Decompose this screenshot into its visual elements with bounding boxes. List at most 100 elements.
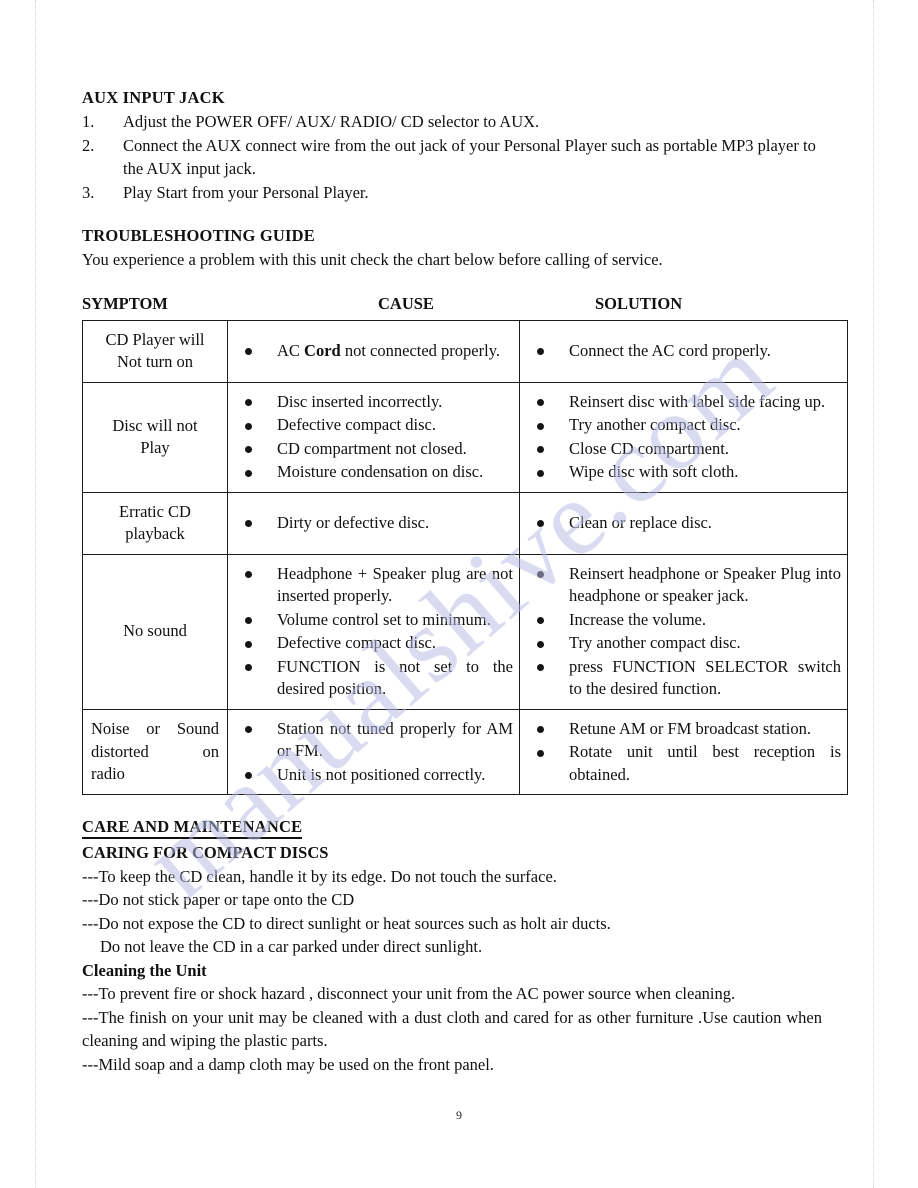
solution-item: Increase the volume. — [526, 609, 841, 632]
bullet-icon — [245, 640, 252, 648]
solution-cell: Retune AM or FM broadcast station. Rotat… — [519, 708, 848, 795]
aux-step-text: Play Start from your Personal Player. — [123, 182, 369, 202]
symptom-line: Play — [140, 438, 170, 457]
cause-text-bold: Cord — [304, 340, 341, 360]
care-line-indented: Do not leave the CD in a car parked unde… — [100, 937, 483, 956]
solution-item: Wipe disc with soft cloth. — [526, 461, 841, 484]
cause-text: Dirty or defective disc. — [277, 512, 430, 532]
table-row: Noise or Sound distorted on radio Statio… — [82, 708, 848, 795]
bullet-icon — [537, 617, 544, 624]
cause-text: Volume control set to minimum. — [277, 609, 491, 629]
solution-list: Reinsert headphone or Speaker Plug into … — [526, 563, 841, 701]
solution-item: Retune AM or FM broadcast station. — [526, 718, 841, 741]
solution-text: Increase the volume. — [569, 609, 706, 629]
column-header-solution: SOLUTION — [595, 293, 683, 313]
cause-list: Dirty or defective disc. — [234, 512, 513, 535]
column-header-cause: CAUSE — [378, 293, 434, 313]
solution-text: Connect the AC cord properly. — [569, 340, 771, 360]
bullet-icon — [245, 571, 252, 578]
caring-for-discs-subheading: CARING FOR COMPACT DISCS — [82, 843, 329, 862]
bullet-icon — [537, 749, 544, 757]
bullet-icon — [245, 399, 252, 406]
cleaning-the-unit-heading: Cleaning the Unit — [82, 960, 207, 980]
cause-text: Headphone + Speaker plug are not inserte… — [277, 563, 513, 606]
solution-cell: Connect the AC cord properly. — [519, 319, 848, 383]
bullet-icon — [245, 469, 252, 477]
cleaning-line: ---The finish on your unit may be cleane… — [82, 1007, 822, 1051]
right-margin-guide-line — [873, 0, 874, 1188]
symptom-line: distorted on — [91, 741, 219, 761]
symptom-line: playback — [125, 524, 185, 543]
bullet-icon — [537, 571, 544, 578]
symptom-line: No sound — [123, 621, 187, 641]
bullet-icon — [245, 520, 252, 528]
bullet-icon — [537, 520, 544, 528]
troubleshooting-table: CD Player will Not turn on AC Cord not c… — [82, 319, 848, 796]
cause-cell: Headphone + Speaker plug are not inserte… — [227, 553, 520, 710]
care-and-maintenance-heading: CARE AND MAINTENANCE — [82, 817, 303, 839]
bullet-icon — [245, 772, 252, 779]
bullet-icon — [245, 726, 252, 733]
bullet-icon — [245, 422, 252, 430]
cleaning-line: ---Mild soap and a damp cloth may be use… — [82, 1054, 494, 1074]
cause-cell: Dirty or defective disc. — [227, 491, 520, 555]
aux-step-item: 2. Connect the AUX connect wire from the… — [82, 134, 822, 181]
page-content: AUX INPUT JACK 1. Adjust the POWER OFF/ … — [82, 88, 848, 1076]
troubleshooting-column-headers: SYMPTOM CAUSE SOLUTION — [82, 294, 822, 316]
symptom-line: CD Player will — [105, 329, 205, 349]
cause-text: Station not tuned properly for AM or FM. — [277, 718, 513, 761]
cause-item: Headphone + Speaker plug are not inserte… — [234, 563, 513, 608]
cause-list: Headphone + Speaker plug are not inserte… — [234, 563, 513, 701]
bullet-icon — [245, 617, 252, 624]
cause-text-head: AC — [277, 340, 305, 360]
cause-item: Volume control set to minimum. — [234, 609, 513, 632]
cause-item: Moisture condensation on disc. — [234, 461, 513, 484]
solution-item: press FUNCTION SELECTOR switch to the de… — [526, 656, 841, 701]
aux-input-jack-heading: AUX INPUT JACK — [82, 88, 225, 107]
symptom-line: Disc will not — [112, 415, 198, 435]
aux-step-text: Connect the AUX connect wire from the ou… — [123, 135, 816, 179]
solution-list: Retune AM or FM broadcast station. Rotat… — [526, 718, 841, 787]
cause-text: CD compartment not closed. — [277, 438, 467, 458]
bullet-icon — [537, 348, 544, 356]
cause-list: AC Cord not connected properly. — [234, 340, 513, 363]
symptom-cell: Erratic CD playback — [82, 491, 228, 555]
bullet-icon — [537, 640, 544, 648]
troubleshooting-heading: TROUBLESHOOTING GUIDE — [82, 226, 315, 245]
care-line: ---Do not stick paper or tape onto the C… — [82, 890, 355, 909]
solution-text: Reinsert headphone or Speaker Plug into … — [569, 563, 841, 606]
solution-item: Try another compact disc. — [526, 632, 841, 655]
cause-item: Disc inserted incorrectly. — [234, 391, 513, 414]
bullet-icon — [537, 399, 544, 406]
page-number: 9 — [456, 1108, 462, 1122]
scanned-manual-page: manualshive.com AUX INPUT JACK 1. Adjust… — [0, 0, 918, 1188]
symptom-cell: CD Player will Not turn on — [82, 319, 228, 383]
cause-cell: Station not tuned properly for AM or FM.… — [227, 708, 520, 795]
symptom-cell: Disc will not Play — [82, 381, 228, 493]
symptom-cell: No sound — [82, 553, 228, 710]
cause-text: Moisture condensation on disc. — [277, 462, 484, 481]
cause-item: Defective compact disc. — [234, 632, 513, 655]
cause-cell: Disc inserted incorrectly. Defective com… — [227, 381, 520, 493]
cause-item: Station not tuned properly for AM or FM. — [234, 718, 513, 763]
solution-cell: Clean or replace disc. — [519, 491, 848, 555]
solution-item: Close CD compartment. — [526, 438, 841, 461]
left-margin-guide-line — [35, 0, 36, 1188]
cause-cell: AC Cord not connected properly. — [227, 319, 520, 383]
aux-step-number: 2. — [82, 135, 95, 155]
symptom-line: Erratic CD — [119, 501, 191, 521]
symptom-line: Not turn on — [116, 352, 194, 371]
cause-text: Disc inserted incorrectly. — [277, 391, 443, 411]
table-row: No sound Headphone + Speaker plug are no… — [82, 553, 848, 710]
solution-list: Reinsert disc with label side facing up.… — [526, 391, 841, 484]
cause-text-tail: not connected properly. — [340, 340, 501, 360]
aux-step-item: 1. Adjust the POWER OFF/ AUX/ RADIO/ CD … — [82, 110, 822, 134]
solution-text: Clean or replace disc. — [569, 512, 712, 532]
solution-item: Try another compact disc. — [526, 414, 841, 437]
cause-list: Disc inserted incorrectly. Defective com… — [234, 391, 513, 484]
solution-list: Connect the AC cord properly. — [526, 340, 841, 363]
solution-text: Wipe disc with soft cloth. — [569, 462, 739, 481]
solution-cell: Reinsert disc with label side facing up.… — [519, 381, 848, 493]
solution-text: Try another compact disc. — [569, 633, 741, 652]
